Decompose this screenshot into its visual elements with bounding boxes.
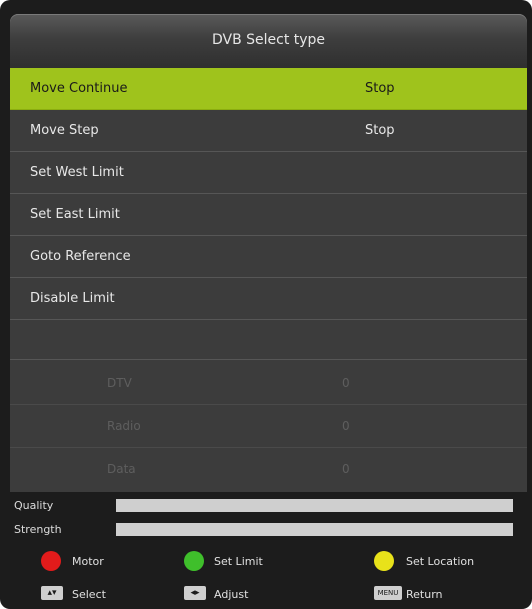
legend-set-location: Set Location xyxy=(406,555,475,568)
menu-item-disable-limit[interactable]: Disable Limit xyxy=(10,278,527,320)
menu-item-label: Set East Limit xyxy=(30,207,120,222)
menu-item-set-east-limit[interactable]: Set East Limit xyxy=(10,194,527,236)
menu-item-label: Set West Limit xyxy=(30,165,124,180)
motor-setup-menu: Move Continue Stop Move Step Stop Set We… xyxy=(10,68,527,492)
signal-quality: Quality xyxy=(10,494,527,520)
channel-count-data: Data 0 xyxy=(10,448,527,490)
signal-strength: Strength xyxy=(10,518,527,544)
menu-item-set-west-limit[interactable]: Set West Limit xyxy=(10,152,527,194)
signal-strength-bar xyxy=(116,523,513,536)
legend-set-limit: Set Limit xyxy=(214,555,263,568)
menu-empty-row xyxy=(10,320,527,360)
legend-select: Select xyxy=(72,588,106,601)
channel-count-value: 0 xyxy=(342,419,350,433)
menu-item-value: Stop xyxy=(365,81,395,96)
yellow-key-icon xyxy=(374,551,394,571)
channel-count-value: 0 xyxy=(342,376,350,390)
dialog-header: DVB Select type xyxy=(10,14,527,68)
menu-item-label: Move Continue xyxy=(30,81,128,96)
signal-quality-bar xyxy=(116,499,513,512)
channel-count-radio: Radio 0 xyxy=(10,405,527,448)
menu-item-goto-reference[interactable]: Goto Reference xyxy=(10,236,527,278)
channel-count-dtv: DTV 0 xyxy=(10,362,527,405)
dialog-title: DVB Select type xyxy=(211,32,326,48)
menu-item-move-continue[interactable]: Move Continue Stop xyxy=(10,68,527,110)
menu-item-move-step[interactable]: Move Step Stop xyxy=(10,110,527,152)
menu-item-value: Stop xyxy=(365,123,395,138)
channel-type-label: Data xyxy=(107,462,136,476)
menu-key-icon: MENU xyxy=(374,586,402,600)
up-down-arrow-icon: ▴▾ xyxy=(41,586,63,600)
channel-type-label: Radio xyxy=(107,419,141,433)
legend-motor: Motor xyxy=(72,555,104,568)
channel-count-value: 0 xyxy=(342,462,350,476)
menu-item-label: Move Step xyxy=(30,123,99,138)
signal-quality-label: Quality xyxy=(14,499,54,512)
menu-item-label: Disable Limit xyxy=(30,291,115,306)
signal-strength-label: Strength xyxy=(14,523,62,536)
green-key-icon xyxy=(184,551,204,571)
channel-type-label: DTV xyxy=(107,376,132,390)
legend-adjust: Adjust xyxy=(214,588,249,601)
legend-return: Return xyxy=(406,588,443,601)
osd-frame: DVB Select type Move Continue Stop Move … xyxy=(0,0,532,609)
menu-item-label: Goto Reference xyxy=(30,249,131,264)
left-right-arrow-icon: ◂▸ xyxy=(184,586,206,600)
red-key-icon xyxy=(41,551,61,571)
